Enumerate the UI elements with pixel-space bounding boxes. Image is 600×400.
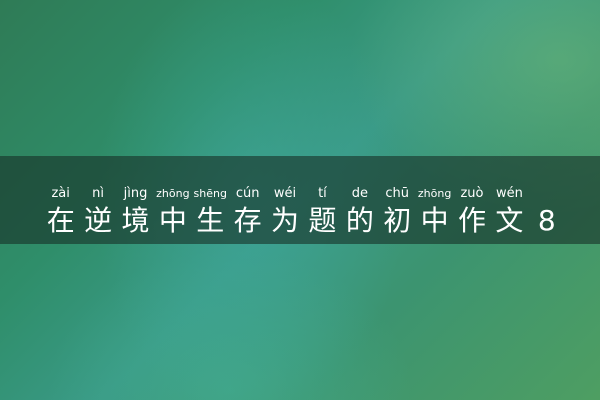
hanzi-char: 在 [46,204,75,237]
pinyin-label: de [351,186,368,201]
title-with-pinyin: zài 在 nì 逆 jìng 境 zhōng 中 shēng 生 cún 存 … [42,156,565,244]
hanzi-char: 逆 [84,204,113,237]
title-char: wéi 为 [266,156,303,236]
pinyin-label: jìng [123,186,148,201]
title-char: wén 文 [491,156,528,236]
title-char: de 的 [341,156,378,236]
hanzi-char: 题 [308,204,337,237]
title-char: zhōng 中 [154,156,191,236]
hanzi-char: 初 [383,204,412,237]
title-char: tí 题 [304,156,341,236]
title-char: 8 [528,156,565,236]
pinyin-label: zài [51,186,70,201]
pinyin-label: zhōng [417,187,452,200]
page: { "title": { "chars": [ {"hanzi": "在", "… [0,0,600,400]
hanzi-char: 存 [233,204,262,237]
pinyin-label: zhōng [156,187,190,200]
title-char: chū 初 [379,156,416,236]
pinyin-label: wén [495,186,523,201]
hanzi-char: 8 [537,204,556,237]
title-char: zhōng 中 [416,156,453,236]
title-char: shēng 生 [192,156,229,236]
pinyin-label: cún [235,186,260,201]
hanzi-char: 作 [457,204,486,237]
title-char: nì 逆 [79,156,116,236]
hanzi-char: 中 [158,204,187,237]
pinyin-label: chū [385,186,410,201]
hanzi-char: 文 [495,204,524,237]
pinyin-label: nì [92,186,105,201]
title-char: zuò 作 [453,156,490,236]
hanzi-char: 生 [196,204,225,237]
hanzi-char: 的 [345,204,374,237]
title-char: jìng 境 [117,156,154,236]
pinyin-label: zuò [460,186,484,201]
hanzi-char: 为 [271,204,300,237]
pinyin-label: shēng [193,187,227,200]
pinyin-label: wéi [273,186,297,201]
title-char: cún 存 [229,156,266,236]
title-banner: zài 在 nì 逆 jìng 境 zhōng 中 shēng 生 cún 存 … [0,156,600,244]
hanzi-char: 中 [420,204,449,237]
hanzi-char: 境 [121,204,150,237]
pinyin-label: tí [318,186,327,201]
title-char: zài 在 [42,156,79,236]
